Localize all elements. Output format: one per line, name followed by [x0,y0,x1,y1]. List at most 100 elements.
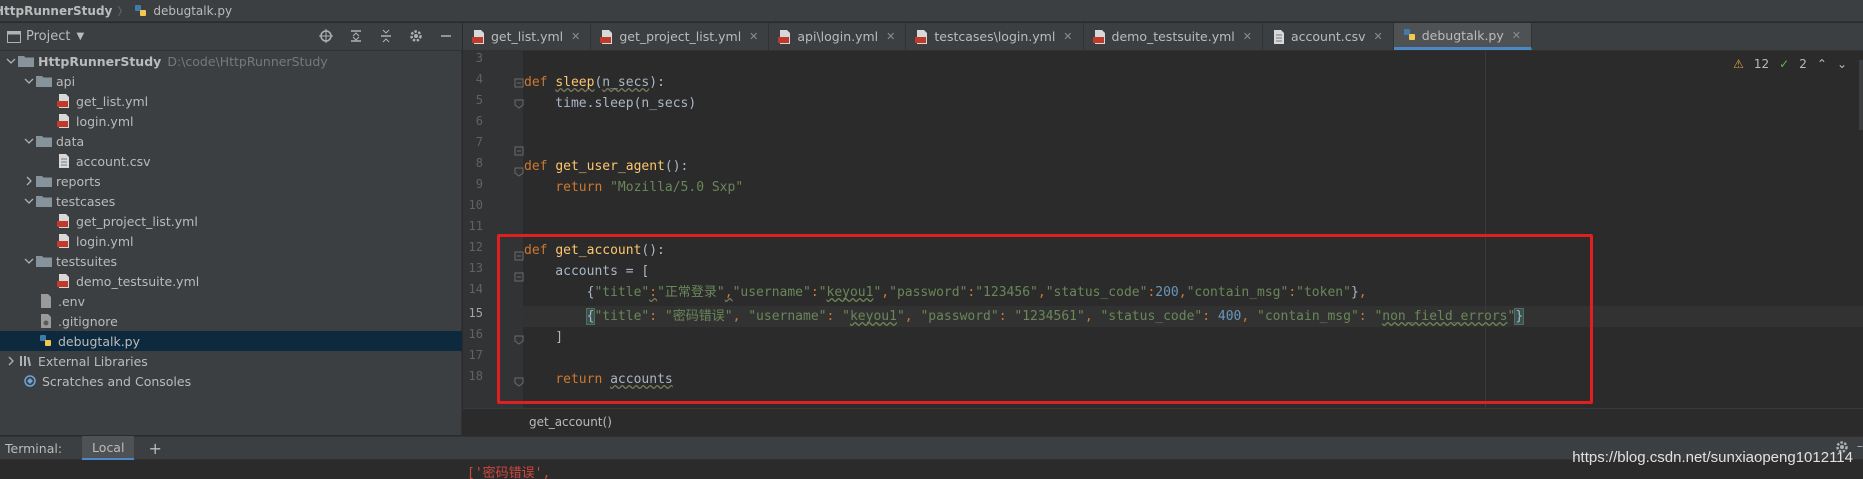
tree-item-get-list-yml[interactable]: get_list.yml [0,91,462,111]
fold-end-icon[interactable] [514,334,524,345]
typo-count: 2 [1799,57,1807,71]
tab-testcases-login-yml[interactable]: testcases\login.yml ✕ [906,23,1084,50]
fold-marker-icon[interactable] [514,250,524,261]
breadcrumb-project[interactable]: HttpRunnerStudy [0,4,112,18]
fold-marker-icon[interactable] [514,77,524,88]
yaml-file-icon [56,94,72,108]
tree-item-login-yml[interactable]: login.yml [0,111,462,131]
fold-end-icon[interactable] [514,98,524,109]
tree-item-gitignore[interactable]: .gitignore [0,311,462,331]
tab-get-list-yml[interactable]: get_list.yml ✕ [463,23,592,50]
close-icon[interactable]: ✕ [1374,30,1383,43]
tab-label: account.csv [1290,29,1366,44]
tree-item-external-libraries[interactable]: External Libraries [0,351,462,371]
expand-arrow-icon[interactable] [22,254,36,268]
close-icon[interactable]: ✕ [571,30,580,43]
code-line-current: {"title": "密码错误", "username": "keyou1", … [585,308,1525,325]
minimize-icon[interactable]: – [1857,438,1863,453]
fold-marker-icon[interactable] [514,145,524,156]
close-icon[interactable]: ✕ [1063,30,1072,43]
tab-api-login-yml[interactable]: api\login.yml ✕ [769,23,907,50]
tree-item-testcases-login-yml[interactable]: login.yml [0,231,462,251]
tab-label: testcases\login.yml [934,29,1056,44]
tree-item-label: get_list.yml [76,93,149,109]
tree-item-api[interactable]: api [0,71,462,91]
code-line: def get_user_agent(): [524,159,689,174]
yaml-file-icon [56,114,72,128]
tab-account-csv[interactable]: account.csv ✕ [1263,23,1394,50]
expand-arrow-icon[interactable] [22,74,36,88]
close-icon[interactable]: ✕ [1243,30,1252,43]
expand-arrow-icon[interactable] [22,194,36,208]
tree-item-label: External Libraries [38,353,148,369]
tab-demo-testsuite-yml[interactable]: demo_testsuite.yml ✕ [1084,23,1263,50]
breadcrumb-file[interactable]: debugtalk.py [153,4,232,18]
watermark-text: https://blog.csdn.net/sunxiaopeng1012114 [1572,449,1853,466]
line-number: 12 [468,240,483,254]
chevron-down-icon[interactable]: ⌄ [1837,57,1847,71]
warning-icon: ⚠ [1733,57,1744,71]
line-number: 16 [468,327,483,341]
project-tree: HttpRunnerStudy D:\code\HttpRunnerStudy … [0,51,462,435]
project-panel-title: Project [26,29,71,44]
editor-tabs: get_list.yml ✕ get_project_list.yml ✕ ap… [463,23,1863,51]
code-line: {"title":"正常登录","username":"keyou1","pas… [524,285,1367,300]
yaml-file-icon [1092,29,1108,44]
gitignore-file-icon [38,314,54,328]
minimize-icon[interactable] [438,28,454,44]
tree-item-env[interactable]: .env [0,291,462,311]
collapse-all-icon[interactable] [378,28,394,44]
tab-debugtalk-py[interactable]: debugtalk.py ✕ [1393,23,1532,50]
gear-icon[interactable] [408,28,424,44]
tab-get-project-list-yml[interactable]: get_project_list.yml ✕ [591,23,770,50]
scratches-icon [22,374,38,388]
tree-item-path: D:\code\HttpRunnerStudy [167,53,328,69]
fold-end-icon[interactable] [514,376,524,387]
tab-terminal-local[interactable]: Local [82,436,135,460]
locate-file-icon[interactable] [318,28,334,44]
close-icon[interactable]: ✕ [749,30,758,43]
tree-item-testsuites[interactable]: testsuites [0,251,462,271]
tree-item-label: get_project_list.yml [76,213,198,229]
code-editor[interactable]: 3 4 5 6 7 8 9 10 11 12 13 14 15 16 17 18… [463,51,1863,408]
chevron-up-icon[interactable]: ⌃ [1817,57,1827,71]
yaml-file-icon [471,29,487,44]
tree-item-label: login.yml [76,113,134,129]
tree-item-debugtalk-py[interactable]: debugtalk.py [0,331,462,351]
navigation-bar: HttpRunnerStudy 〉 debugtalk.py [0,0,1863,22]
tree-item-reports[interactable]: reports [0,171,462,191]
fold-marker-icon[interactable] [514,271,524,282]
project-view-selector[interactable]: Project ▼ [6,29,84,44]
expand-arrow-icon[interactable] [4,54,18,68]
tree-item-label: testsuites [56,253,118,269]
tree-item-account-csv[interactable]: account.csv [0,151,462,171]
fold-end-icon[interactable] [514,166,524,177]
tree-item-httprunnerstudy[interactable]: HttpRunnerStudy D:\code\HttpRunnerStudy [0,51,462,71]
close-icon[interactable]: ✕ [886,30,895,43]
python-file-icon [1402,28,1418,42]
collapse-arrow-icon[interactable] [4,354,18,368]
tree-item-label: .gitignore [58,313,118,329]
tree-item-demo-testsuite-yml[interactable]: demo_testsuite.yml [0,271,462,291]
expand-arrow-icon[interactable] [22,134,36,148]
line-number-current: 15 [468,306,483,320]
line-number: 14 [468,282,483,296]
collapse-arrow-icon[interactable] [22,174,36,188]
tree-item-data[interactable]: data [0,131,462,151]
inspection-widget[interactable]: ⚠ 12 ✓ 2 ⌃ ⌄ [1733,57,1847,71]
breadcrumb-function[interactable]: get_account() [529,415,612,429]
line-number: 18 [468,369,483,383]
folder-icon [36,134,52,148]
tree-item-scratches-and-consoles[interactable]: Scratches and Consoles [0,371,462,391]
tab-label: debugtalk.py [1421,27,1504,43]
code-line: def sleep(n_secs): [524,75,665,90]
tree-item-get-project-list-yml[interactable]: get_project_list.yml [0,211,462,231]
expand-all-icon[interactable] [348,28,364,44]
line-number: 13 [468,261,483,275]
yaml-file-icon [56,274,72,288]
new-terminal-button[interactable]: + [148,439,161,458]
close-icon[interactable]: ✕ [1512,29,1521,42]
editor-scrollbar[interactable] [1859,60,1863,130]
tree-item-testcases[interactable]: testcases [0,191,462,211]
text-file-icon [38,294,54,308]
